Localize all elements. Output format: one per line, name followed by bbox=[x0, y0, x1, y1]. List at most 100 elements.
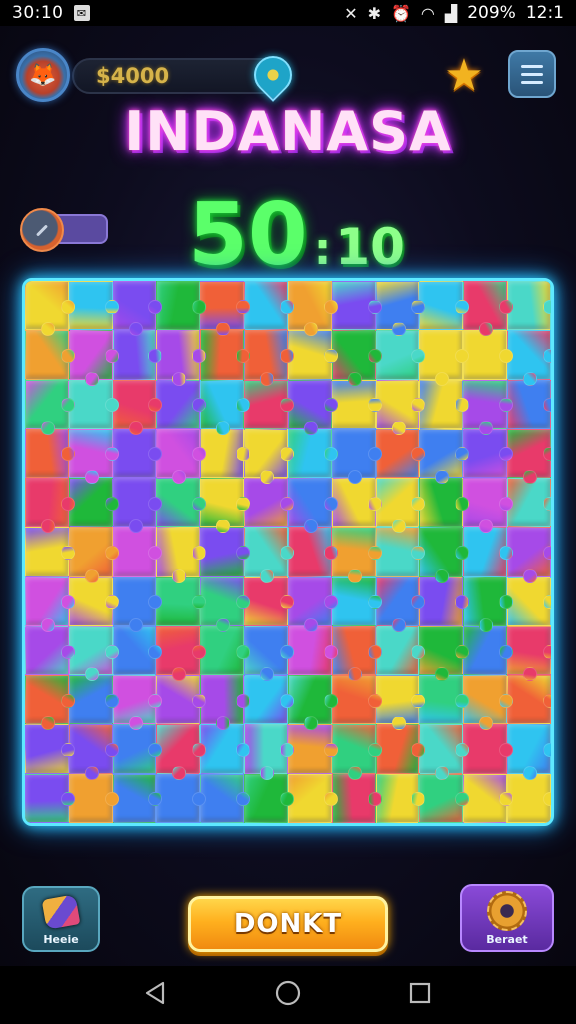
puzzle-piece[interactable] bbox=[463, 724, 513, 774]
puzzle-piece[interactable] bbox=[331, 281, 382, 331]
hamburger-menu-icon[interactable] bbox=[508, 50, 556, 98]
puzzle-piece[interactable] bbox=[25, 330, 75, 380]
puzzle-piece[interactable] bbox=[463, 379, 513, 436]
puzzle-piece[interactable] bbox=[287, 330, 338, 380]
puzzle-piece[interactable] bbox=[331, 379, 382, 429]
puzzle-piece[interactable] bbox=[68, 675, 119, 725]
puzzle-piece[interactable] bbox=[112, 281, 163, 337]
puzzle-piece[interactable] bbox=[68, 478, 119, 528]
puzzle-piece[interactable] bbox=[375, 428, 426, 479]
puzzle-piece[interactable] bbox=[200, 428, 250, 479]
puzzle-piece[interactable] bbox=[156, 478, 207, 528]
puzzle-piece[interactable] bbox=[287, 625, 338, 676]
puzzle-piece[interactable] bbox=[463, 625, 513, 676]
puzzle-piece[interactable] bbox=[331, 576, 382, 626]
puzzle-piece[interactable] bbox=[244, 428, 294, 485]
puzzle-piece[interactable] bbox=[200, 576, 250, 633]
puzzle-piece[interactable] bbox=[25, 576, 75, 633]
puzzle-piece[interactable] bbox=[331, 625, 382, 682]
puzzle-piece[interactable] bbox=[287, 576, 338, 633]
puzzle-piece[interactable] bbox=[375, 724, 426, 774]
puzzle-piece[interactable] bbox=[156, 527, 207, 583]
puzzle-piece[interactable] bbox=[287, 724, 338, 774]
puzzle-piece[interactable] bbox=[156, 675, 207, 725]
puzzle-piece[interactable] bbox=[507, 675, 551, 725]
puzzle-piece[interactable] bbox=[287, 773, 338, 823]
puzzle-piece[interactable] bbox=[287, 379, 338, 436]
puzzle-piece[interactable] bbox=[375, 478, 426, 534]
puzzle-piece[interactable] bbox=[419, 330, 470, 386]
star-icon[interactable]: ★ bbox=[440, 52, 488, 100]
puzzle-piece[interactable] bbox=[331, 428, 382, 485]
puzzle-piece[interactable] bbox=[25, 428, 75, 479]
recents-icon[interactable] bbox=[407, 980, 433, 1010]
puzzle-piece[interactable] bbox=[200, 330, 250, 380]
puzzle-piece[interactable] bbox=[331, 724, 382, 781]
puzzle-piece[interactable] bbox=[375, 527, 426, 577]
puzzle-piece[interactable] bbox=[244, 330, 294, 386]
puzzle-piece[interactable] bbox=[507, 379, 551, 429]
puzzle-piece[interactable] bbox=[68, 527, 119, 583]
puzzle-piece[interactable] bbox=[419, 724, 470, 781]
puzzle-piece[interactable] bbox=[331, 527, 382, 583]
puzzle-piece[interactable] bbox=[68, 724, 119, 781]
puzzle-piece[interactable] bbox=[287, 428, 338, 479]
puzzle-piece[interactable] bbox=[156, 330, 207, 386]
puzzle-piece[interactable] bbox=[244, 724, 294, 781]
puzzle-piece[interactable] bbox=[156, 724, 207, 781]
puzzle-piece[interactable] bbox=[25, 675, 75, 731]
puzzle-piece[interactable] bbox=[463, 330, 513, 380]
puzzle-piece[interactable] bbox=[463, 478, 513, 534]
puzzle-piece[interactable] bbox=[244, 281, 294, 331]
main-action-button[interactable]: DONKT bbox=[188, 896, 388, 952]
puzzle-piece[interactable] bbox=[331, 478, 382, 528]
puzzle-piece[interactable] bbox=[68, 379, 119, 429]
puzzle-piece[interactable] bbox=[287, 675, 338, 731]
puzzle-piece[interactable] bbox=[156, 576, 207, 626]
puzzle-piece[interactable] bbox=[244, 478, 294, 528]
puzzle-piece[interactable] bbox=[419, 428, 470, 485]
puzzle-piece[interactable] bbox=[200, 527, 250, 577]
back-icon[interactable] bbox=[143, 980, 169, 1010]
puzzle-piece[interactable] bbox=[419, 281, 470, 331]
puzzle-piece[interactable] bbox=[156, 379, 207, 429]
puzzle-piece[interactable] bbox=[244, 675, 294, 725]
puzzle-piece[interactable] bbox=[287, 527, 338, 577]
puzzle-piece[interactable] bbox=[287, 281, 338, 337]
puzzle-piece[interactable] bbox=[25, 478, 75, 534]
puzzle-piece[interactable] bbox=[200, 773, 250, 823]
puzzle-piece[interactable] bbox=[244, 379, 294, 429]
hint-button[interactable]: Heeie bbox=[22, 886, 100, 952]
puzzle-board[interactable] bbox=[22, 278, 554, 826]
puzzle-piece[interactable] bbox=[25, 625, 75, 676]
puzzle-piece[interactable] bbox=[25, 527, 75, 577]
puzzle-piece[interactable] bbox=[68, 773, 119, 823]
puzzle-piece[interactable] bbox=[507, 576, 551, 626]
puzzle-piece[interactable] bbox=[419, 625, 470, 682]
puzzle-piece[interactable] bbox=[156, 428, 207, 485]
home-icon[interactable] bbox=[274, 979, 302, 1011]
puzzle-piece[interactable] bbox=[419, 675, 470, 725]
puzzle-piece[interactable] bbox=[331, 675, 382, 725]
puzzle-piece[interactable] bbox=[200, 281, 250, 337]
puzzle-piece[interactable] bbox=[507, 724, 551, 781]
puzzle-piece[interactable] bbox=[507, 478, 551, 528]
puzzle-piece[interactable] bbox=[375, 330, 426, 380]
puzzle-piece[interactable] bbox=[200, 478, 250, 534]
puzzle-piece[interactable] bbox=[375, 773, 426, 823]
puzzle-piece[interactable] bbox=[68, 330, 119, 386]
puzzle-piece[interactable] bbox=[331, 330, 382, 386]
puzzle-piece[interactable] bbox=[68, 428, 119, 485]
puzzle-piece[interactable] bbox=[200, 625, 250, 676]
puzzle-piece[interactable] bbox=[419, 478, 470, 528]
puzzle-grid[interactable] bbox=[25, 281, 551, 823]
puzzle-piece[interactable] bbox=[112, 478, 163, 534]
toggle-knob-icon[interactable] bbox=[20, 208, 64, 252]
puzzle-piece[interactable] bbox=[25, 773, 75, 823]
puzzle-piece[interactable] bbox=[463, 773, 513, 823]
puzzle-piece[interactable] bbox=[463, 527, 513, 577]
puzzle-piece[interactable] bbox=[244, 527, 294, 583]
puzzle-piece[interactable] bbox=[419, 527, 470, 583]
puzzle-piece[interactable] bbox=[156, 773, 207, 823]
puzzle-piece[interactable] bbox=[375, 281, 426, 337]
